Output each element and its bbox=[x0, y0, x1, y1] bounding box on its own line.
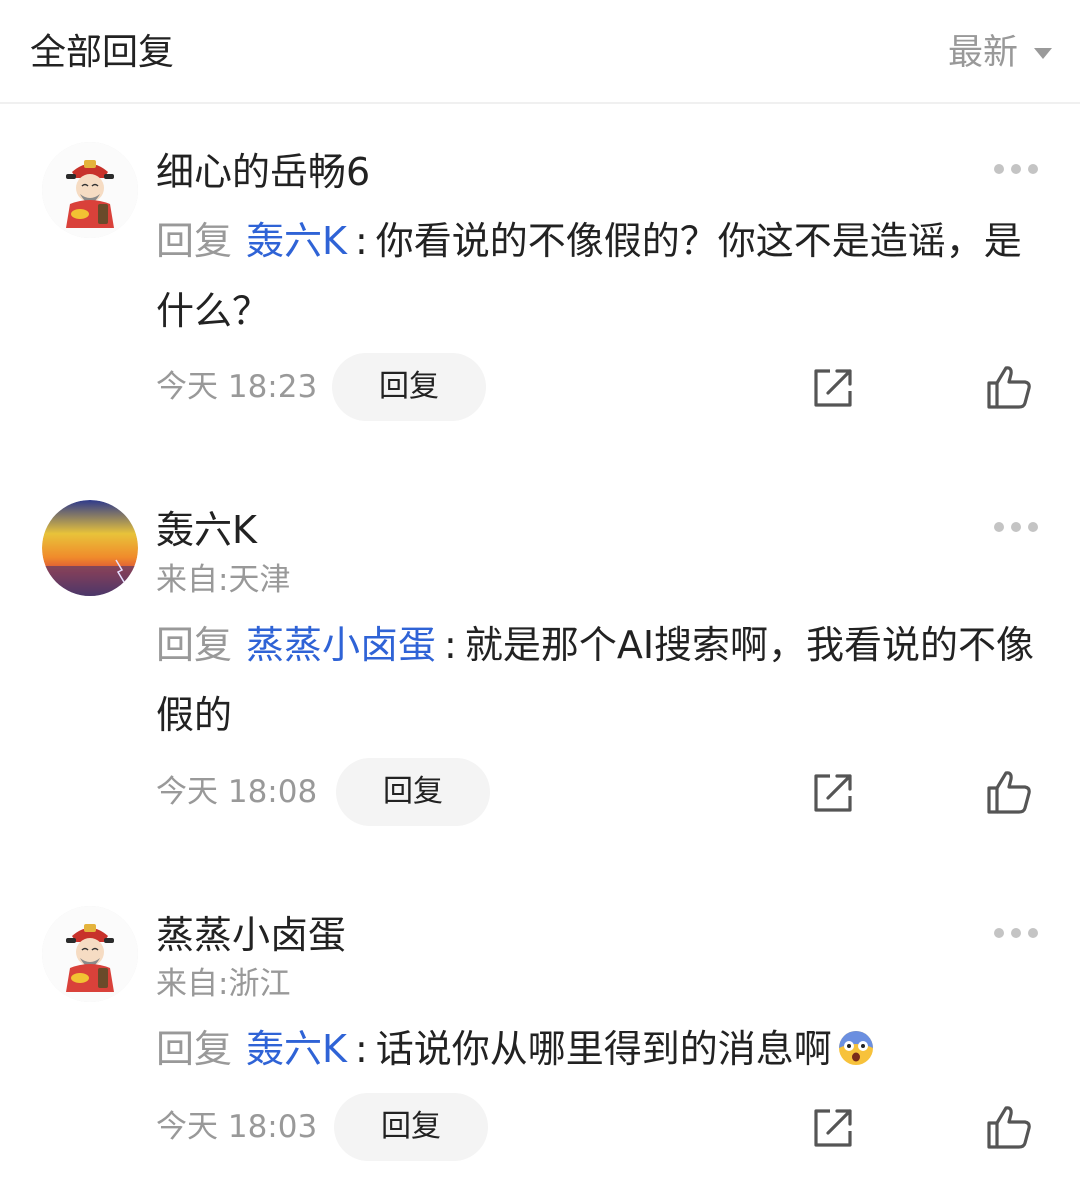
comment-text: 回复 轰六K: 你看说的不像假的？你这不是造谣，是什么？ bbox=[156, 206, 1046, 346]
colon: : bbox=[354, 1027, 368, 1071]
comment-meta: 今天 18:08 回复 bbox=[0, 758, 1080, 826]
sort-label: 最新 bbox=[947, 33, 1018, 73]
username[interactable]: 蒸蒸小卤蛋 bbox=[156, 910, 346, 960]
comment-meta: 今天 18:03 回复 bbox=[0, 1093, 1080, 1161]
thumbs-up-icon[interactable] bbox=[985, 768, 1033, 816]
share-icon[interactable] bbox=[810, 365, 856, 411]
sort-dropdown[interactable]: 最新 bbox=[948, 28, 1052, 78]
colon: : bbox=[444, 623, 457, 667]
thumbs-up-icon[interactable] bbox=[985, 363, 1033, 411]
comment-meta: 今天 18:23 回复 bbox=[0, 353, 1080, 421]
location-label: 来自:浙江 bbox=[156, 966, 291, 1002]
reply-prefix: 回复 bbox=[156, 623, 233, 667]
caishen-avatar-icon bbox=[42, 906, 138, 1002]
more-options-icon[interactable] bbox=[994, 520, 1038, 534]
reply-header: 全部回复 最新 bbox=[0, 0, 1080, 104]
avatar[interactable] bbox=[42, 906, 138, 1002]
reply-prefix: 回复 bbox=[156, 1027, 233, 1071]
username[interactable]: 轰六K bbox=[156, 505, 257, 555]
avatar[interactable] bbox=[42, 142, 138, 238]
colon: : bbox=[354, 219, 368, 263]
caishen-avatar-icon bbox=[42, 142, 138, 238]
timestamp: 今天 18:03 bbox=[156, 1109, 318, 1145]
mention-link[interactable]: 蒸蒸小卤蛋 bbox=[246, 623, 436, 667]
comment-text: 回复 轰六K: 话说你从哪里得到的消息啊 bbox=[156, 1014, 1046, 1084]
page-title: 全部回复 bbox=[30, 32, 175, 73]
reply-button[interactable]: 回复 bbox=[332, 353, 486, 421]
avatar[interactable] bbox=[42, 500, 138, 596]
reply-prefix: 回复 bbox=[156, 219, 233, 263]
shocked-face-emoji-icon bbox=[838, 1031, 873, 1065]
share-icon[interactable] bbox=[810, 770, 856, 816]
reply-button[interactable]: 回复 bbox=[336, 758, 490, 826]
mention-link[interactable]: 轰六K bbox=[246, 1027, 347, 1071]
timestamp: 今天 18:23 bbox=[156, 369, 318, 405]
thumbs-up-icon[interactable] bbox=[985, 1103, 1033, 1151]
comment-text: 回复 蒸蒸小卤蛋: 就是那个AI搜索啊，我看说的不像假的 bbox=[156, 610, 1046, 750]
username[interactable]: 细心的岳畅6 bbox=[156, 147, 370, 197]
caret-down-icon bbox=[1034, 47, 1052, 59]
more-options-icon[interactable] bbox=[994, 162, 1038, 176]
reply-button[interactable]: 回复 bbox=[334, 1093, 488, 1161]
share-icon[interactable] bbox=[810, 1105, 856, 1151]
timestamp: 今天 18:08 bbox=[156, 774, 318, 810]
sunset-avatar-icon bbox=[42, 500, 138, 596]
mention-link[interactable]: 轰六K bbox=[246, 219, 347, 263]
location-label: 来自:天津 bbox=[156, 562, 291, 598]
comment-content: 话说你从哪里得到的消息啊 bbox=[375, 1027, 832, 1071]
more-options-icon[interactable] bbox=[994, 926, 1038, 940]
